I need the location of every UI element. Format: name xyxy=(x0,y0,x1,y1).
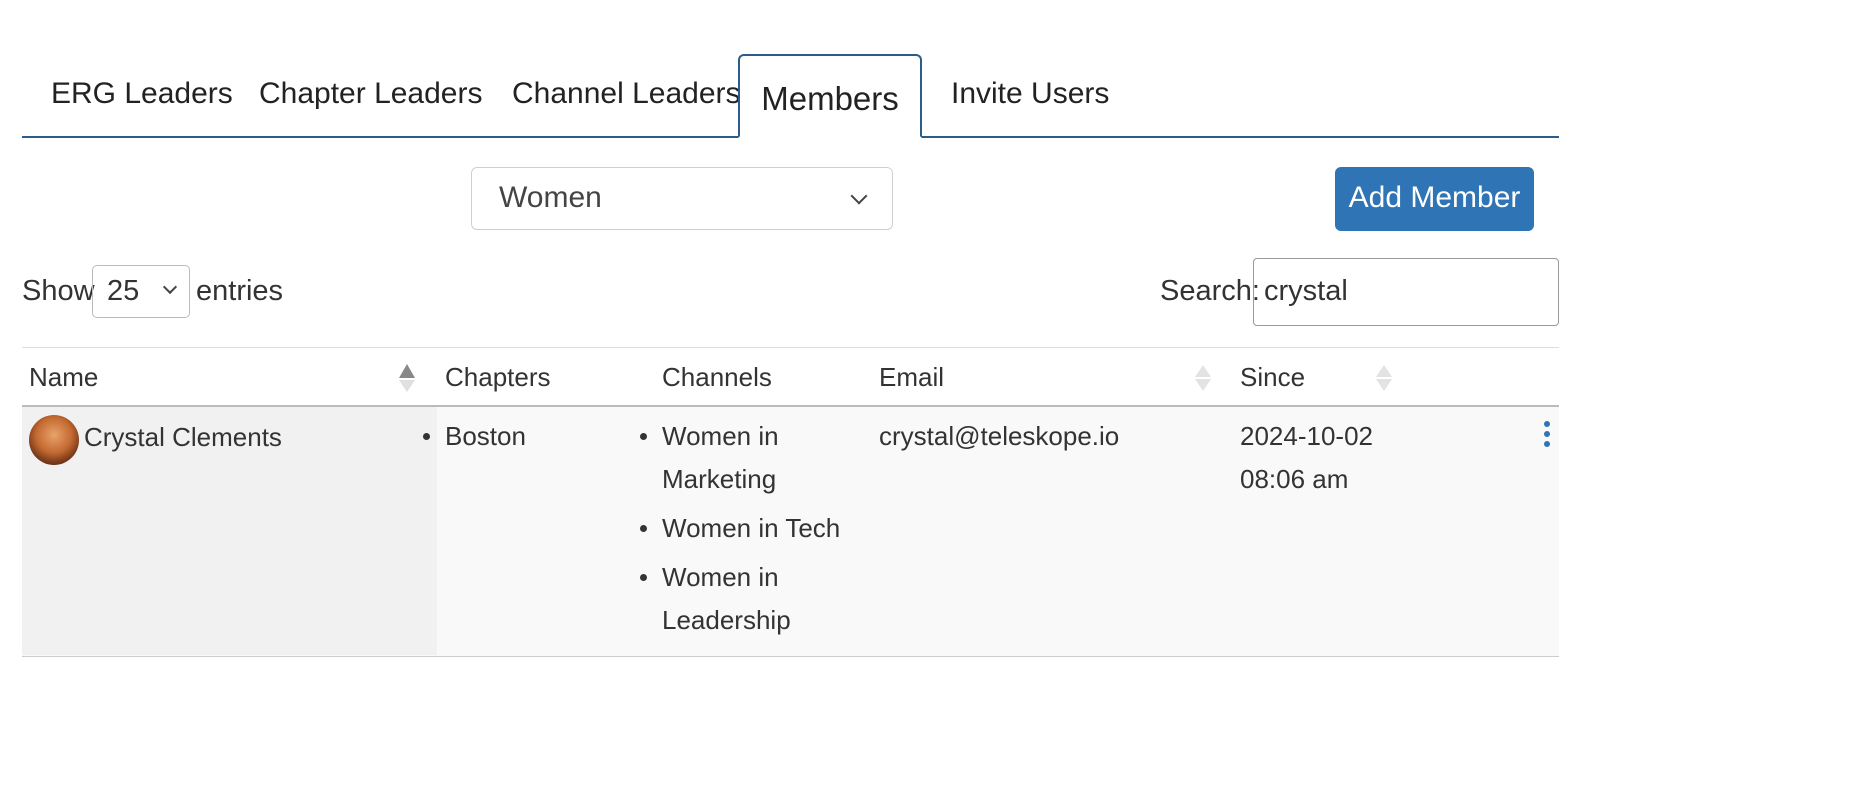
group-select-value: Women xyxy=(499,181,602,214)
tab-chapter-leaders[interactable]: Chapter Leaders xyxy=(259,54,482,138)
column-header-since[interactable]: Since xyxy=(1240,362,1305,393)
add-member-button[interactable]: Add Member xyxy=(1335,167,1534,231)
name-cell: Crystal Clements xyxy=(22,407,437,655)
more-options-icon[interactable] xyxy=(1544,421,1550,451)
sort-icon[interactable] xyxy=(1376,379,1392,391)
member-since-time: 08:06 am xyxy=(1240,464,1349,494)
entries-length-value: 25 xyxy=(107,275,140,307)
chevron-down-icon xyxy=(162,279,178,295)
column-header-chapters: Chapters xyxy=(445,362,551,392)
search-input[interactable]: crystal xyxy=(1253,258,1559,326)
tab-bar: ERG Leaders Chapter Leaders Channel Lead… xyxy=(22,54,1559,138)
list-item: Women in Leadership xyxy=(640,556,842,642)
member-name[interactable]: Crystal Clements xyxy=(84,416,282,459)
list-item: Boston xyxy=(423,415,526,458)
member-email: crystal@teleskope.io xyxy=(879,421,1120,451)
column-header-email[interactable]: Email xyxy=(879,362,944,393)
sort-icon[interactable] xyxy=(1195,365,1211,377)
table-header: Name Chapters Channels Email Since xyxy=(22,347,1559,407)
entries-label: entries xyxy=(196,275,284,307)
avatar xyxy=(29,415,79,465)
group-select[interactable]: Women xyxy=(471,167,893,230)
sort-descending-icon[interactable] xyxy=(399,380,415,392)
search-label: Search: xyxy=(1160,275,1260,307)
tab-channel-leaders[interactable]: Channel Leaders xyxy=(512,54,741,138)
channels-list: Women in Marketing Women in Tech Women i… xyxy=(640,415,842,648)
chevron-down-icon xyxy=(850,187,868,205)
sort-ascending-icon[interactable] xyxy=(399,364,415,378)
list-item: Women in Tech xyxy=(640,507,842,550)
sort-icon[interactable] xyxy=(1376,365,1392,377)
chapters-list: Boston xyxy=(423,415,526,464)
show-label: Show xyxy=(22,275,95,307)
column-header-name[interactable]: Name xyxy=(29,362,98,393)
member-since-date: 2024-10-02 xyxy=(1240,421,1373,451)
tab-members[interactable]: Members xyxy=(738,54,922,138)
column-header-channels: Channels xyxy=(662,362,772,392)
table-row: Crystal Clements Boston Women in Marketi… xyxy=(22,407,1559,657)
list-item: Women in Marketing xyxy=(640,415,842,501)
entries-length-select[interactable]: 25 xyxy=(92,265,190,318)
tab-invite-users[interactable]: Invite Users xyxy=(951,54,1109,138)
tab-erg-leaders[interactable]: ERG Leaders xyxy=(51,54,233,138)
sort-icon[interactable] xyxy=(1195,379,1211,391)
